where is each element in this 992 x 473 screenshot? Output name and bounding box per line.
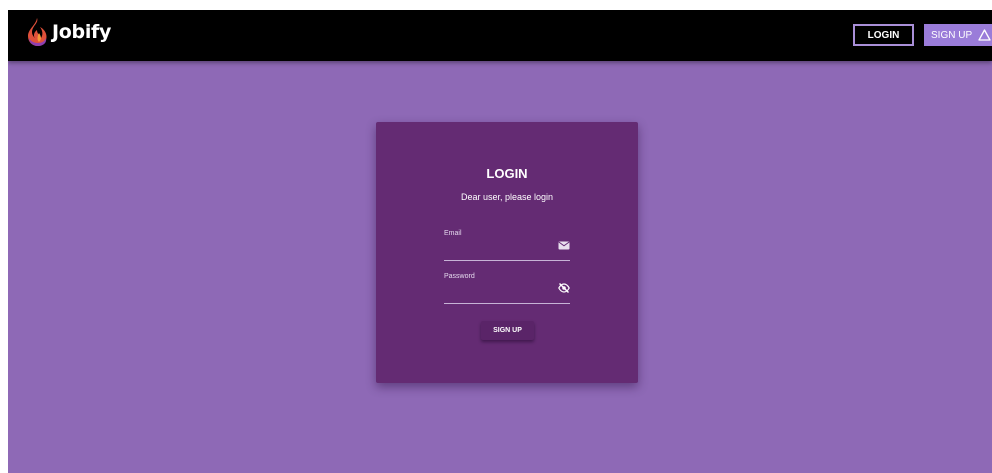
email-input[interactable] <box>444 242 549 258</box>
eye-off-icon[interactable] <box>558 282 570 294</box>
envelope-icon <box>558 241 570 250</box>
signup-submit-label: SIGN UP <box>493 327 522 334</box>
email-field[interactable]: Email <box>444 230 570 261</box>
password-label: Password <box>444 273 475 280</box>
password-field[interactable]: Password <box>444 273 570 304</box>
login-button-label: LOGIN <box>867 29 900 41</box>
flame-icon <box>28 18 47 46</box>
brand[interactable]: Jobify <box>26 17 111 47</box>
login-button[interactable]: LOGIN <box>853 24 914 46</box>
top-navbar: Jobify LOGIN SIGN UP <box>8 10 992 61</box>
login-title: LOGIN <box>486 166 528 181</box>
login-card: LOGIN Dear user, please login Email Pass… <box>376 122 638 383</box>
email-label: Email <box>444 230 462 237</box>
brand-name: Jobify <box>52 21 112 43</box>
app-viewport: Jobify LOGIN SIGN UP LOGIN Dear user, pl… <box>8 10 992 473</box>
signup-submit-button[interactable]: SIGN UP <box>481 321 534 340</box>
password-input[interactable] <box>444 285 549 301</box>
signup-button[interactable]: SIGN UP <box>924 24 992 46</box>
triangle-warning-icon <box>978 29 991 41</box>
signup-button-label: SIGN UP <box>931 29 973 41</box>
login-subtitle: Dear user, please login <box>460 192 554 202</box>
